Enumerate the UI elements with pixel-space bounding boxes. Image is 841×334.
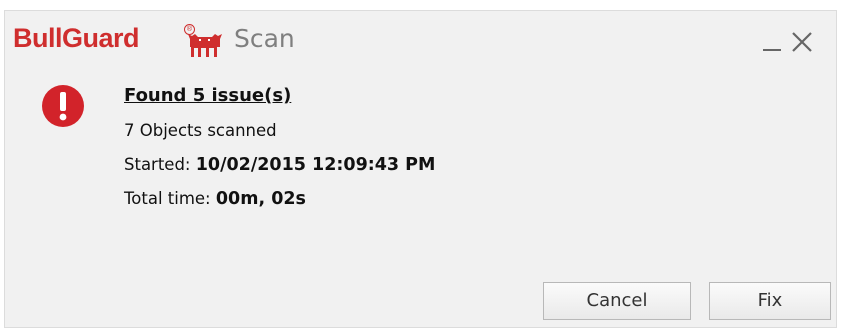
started-label: Started: [124, 155, 196, 174]
window-title: Scan [234, 24, 295, 53]
total-time-value: 00m, 02s [215, 189, 306, 209]
alert-icon [42, 85, 84, 127]
minimize-button[interactable] [757, 27, 787, 57]
top-strip [0, 0, 841, 10]
total-time-label: Total time: [124, 189, 216, 208]
fix-button[interactable]: Fix [709, 282, 831, 320]
brand-name: BullGuard [13, 23, 140, 53]
issues-found-link[interactable]: Found 5 issue(s) [124, 84, 291, 108]
close-button[interactable] [787, 27, 817, 57]
started-value: 10/02/2015 12:09:43 PM [195, 155, 436, 175]
scan-dialog: BullGuard ® Scan Found 5 issue(s) 7 Obje… [4, 10, 837, 328]
bull-logo-icon [188, 34, 222, 57]
title-bar: BullGuard ® Scan [5, 11, 836, 63]
objects-scanned-text: 7 Objects scanned [124, 121, 277, 140]
close-icon [792, 32, 812, 52]
minimize-icon [763, 49, 781, 51]
started-row: Started: 10/02/2015 12:09:43 PM [124, 154, 435, 176]
total-time-row: Total time: 00m, 02s [124, 188, 306, 210]
cancel-button[interactable]: Cancel [543, 282, 691, 320]
